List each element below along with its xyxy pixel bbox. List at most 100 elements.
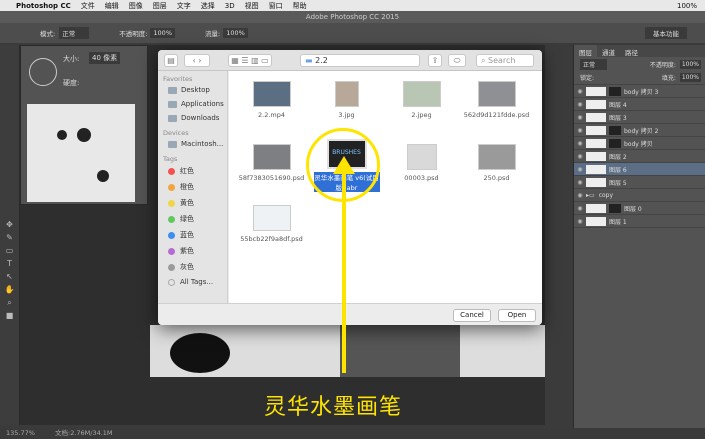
file-item[interactable]: 58f7383051690.psd bbox=[234, 144, 309, 182]
menu-help[interactable]: 帮助 bbox=[293, 1, 307, 11]
share-icon[interactable]: ⇪ bbox=[428, 54, 442, 67]
menu-type[interactable]: 文字 bbox=[177, 1, 191, 11]
opacity-label: 不透明度: bbox=[119, 30, 148, 38]
file-item[interactable]: 00003.psd bbox=[384, 144, 459, 182]
brush-tool-icon[interactable]: ✎ bbox=[4, 233, 16, 243]
tag-orange[interactable]: 橙色 bbox=[158, 179, 227, 195]
flow-input[interactable]: 100% bbox=[223, 28, 248, 38]
brush-tip[interactable] bbox=[57, 130, 67, 140]
tag-blue[interactable]: 蓝色 bbox=[158, 227, 227, 243]
open-button[interactable]: Open bbox=[498, 309, 536, 322]
file-item[interactable]: 562d9d121fdde.psd bbox=[459, 81, 534, 119]
brush-grid[interactable] bbox=[27, 104, 135, 202]
file-thumbnail bbox=[477, 144, 516, 170]
menu-image[interactable]: 图像 bbox=[129, 1, 143, 11]
eye-icon[interactable]: ◉ bbox=[574, 192, 586, 199]
eye-icon[interactable]: ◉ bbox=[574, 179, 586, 186]
hand-tool-icon[interactable]: ✋ bbox=[4, 285, 16, 295]
eye-icon[interactable]: ◉ bbox=[574, 153, 586, 160]
applications-icon bbox=[168, 100, 177, 108]
file-item[interactable]: 3.jpg bbox=[309, 81, 384, 119]
eraser-tool-icon[interactable]: ▭ bbox=[4, 246, 16, 256]
eye-icon[interactable]: ◉ bbox=[574, 88, 586, 95]
menu-select[interactable]: 选择 bbox=[201, 1, 215, 11]
eye-icon[interactable]: ◉ bbox=[574, 127, 586, 134]
layer-row[interactable]: ◉ body 拷贝 bbox=[574, 137, 705, 150]
view-mode-buttons[interactable]: ▦ ☰ ▥ ▭ bbox=[228, 54, 272, 67]
tag-green[interactable]: 绿色 bbox=[158, 211, 227, 227]
layer-row[interactable]: ◉ 图层 1 bbox=[574, 215, 705, 228]
eye-icon[interactable]: ◉ bbox=[574, 101, 586, 108]
eye-icon[interactable]: ◉ bbox=[574, 205, 586, 212]
layer-row[interactable]: ◉ body 拷贝 2 bbox=[574, 124, 705, 137]
zoom-tool-icon[interactable]: ⌕ bbox=[4, 298, 16, 308]
opacity-input[interactable]: 100% bbox=[150, 28, 175, 38]
layer-group-row[interactable]: ◉ ▸▭ copy bbox=[574, 189, 705, 202]
eye-icon[interactable]: ◉ bbox=[574, 140, 586, 147]
cancel-button[interactable]: Cancel bbox=[453, 309, 491, 322]
file-thumbnail bbox=[334, 81, 359, 107]
menu-view[interactable]: 视图 bbox=[245, 1, 259, 11]
tab-channels[interactable]: 通道 bbox=[597, 45, 620, 57]
tab-paths[interactable]: 路径 bbox=[620, 45, 643, 57]
folder-icon: ▸▭ bbox=[586, 191, 595, 199]
finder-sidebar: Favorites Desktop Applications Downloads… bbox=[158, 71, 228, 303]
color-swatch-icon[interactable]: ■ bbox=[4, 311, 16, 321]
sidebar-item-applications[interactable]: Applications bbox=[158, 97, 227, 111]
fill-input[interactable]: 100% bbox=[679, 73, 701, 82]
workspace-select[interactable]: 基本功能 bbox=[645, 27, 687, 39]
tag-purple[interactable]: 紫色 bbox=[158, 243, 227, 259]
layer-opacity-input[interactable]: 100% bbox=[679, 59, 701, 69]
back-forward-buttons[interactable]: ‹ › bbox=[184, 54, 210, 67]
brush-tip[interactable] bbox=[77, 128, 91, 142]
tag-red[interactable]: 红色 bbox=[158, 163, 227, 179]
layer-row[interactable]: ◉ body 拷贝 3 bbox=[574, 85, 705, 98]
tag-label: 橙色 bbox=[180, 183, 194, 191]
app-menu[interactable]: Photoshop CC bbox=[16, 2, 71, 10]
path-tool-icon[interactable]: ↖ bbox=[4, 272, 16, 282]
layer-row-selected[interactable]: ◉ 图层 6 bbox=[574, 163, 705, 176]
move-tool-icon[interactable]: ✥ bbox=[4, 220, 16, 230]
highlight-circle bbox=[306, 128, 380, 202]
menu-edit[interactable]: 编辑 bbox=[105, 1, 119, 11]
eye-icon[interactable]: ◉ bbox=[574, 218, 586, 225]
file-item[interactable]: 250.psd bbox=[459, 144, 534, 182]
window-title: Adobe Photoshop CC 2015 bbox=[0, 11, 705, 23]
eye-icon[interactable]: ◉ bbox=[574, 114, 586, 121]
layer-row[interactable]: ◉ 图层 2 bbox=[574, 150, 705, 163]
menu-3d[interactable]: 3D bbox=[225, 2, 235, 10]
sidebar-toggle-icon[interactable]: ▤ bbox=[164, 54, 178, 67]
sidebar-item-macintosh[interactable]: Macintosh... bbox=[158, 137, 227, 151]
blend-mode-select[interactable]: 正常 bbox=[580, 58, 608, 70]
tag-icon[interactable]: ⬭ bbox=[448, 54, 466, 67]
layer-row[interactable]: ◉ 图层 5 bbox=[574, 176, 705, 189]
file-item[interactable]: 55bcb22f9a8df.psd bbox=[234, 205, 309, 243]
layer-thumb bbox=[586, 125, 606, 135]
tag-yellow[interactable]: 黄色 bbox=[158, 195, 227, 211]
size-input[interactable]: 40 像素 bbox=[89, 52, 121, 64]
file-name: 55bcb22f9a8df.psd bbox=[240, 235, 303, 243]
brush-tip[interactable] bbox=[97, 170, 109, 182]
file-item[interactable]: 2.jpeg bbox=[384, 81, 459, 119]
path-popup[interactable]: ▬ 2.2 bbox=[300, 54, 420, 67]
layer-row[interactable]: ◉ 图层 0 bbox=[574, 202, 705, 215]
menu-file[interactable]: 文件 bbox=[81, 1, 95, 11]
layer-row[interactable]: ◉ 图层 3 bbox=[574, 111, 705, 124]
eye-icon[interactable]: ◉ bbox=[574, 166, 586, 173]
file-item[interactable]: 2.2.mp4 bbox=[234, 81, 309, 119]
layer-row[interactable]: ◉ 图层 4 bbox=[574, 98, 705, 111]
tag-gray[interactable]: 灰色 bbox=[158, 259, 227, 275]
zoom-level[interactable]: 135.77% bbox=[6, 429, 35, 437]
type-tool-icon[interactable]: T bbox=[4, 259, 16, 269]
all-tags[interactable]: All Tags... bbox=[158, 275, 227, 289]
fill-label: 填充: bbox=[661, 75, 676, 82]
sidebar-item-downloads[interactable]: Downloads bbox=[158, 111, 227, 125]
sidebar-item-desktop[interactable]: Desktop bbox=[158, 83, 227, 97]
menu-window[interactable]: 窗口 bbox=[269, 1, 283, 11]
tab-layers[interactable]: 图层 bbox=[574, 45, 597, 57]
search-field[interactable]: ⌕ Search bbox=[476, 54, 534, 67]
figure-image bbox=[340, 325, 460, 377]
mode-select[interactable]: 正常 bbox=[59, 27, 90, 39]
brush-angle-dial[interactable] bbox=[29, 58, 57, 86]
menu-layer[interactable]: 图层 bbox=[153, 1, 167, 11]
